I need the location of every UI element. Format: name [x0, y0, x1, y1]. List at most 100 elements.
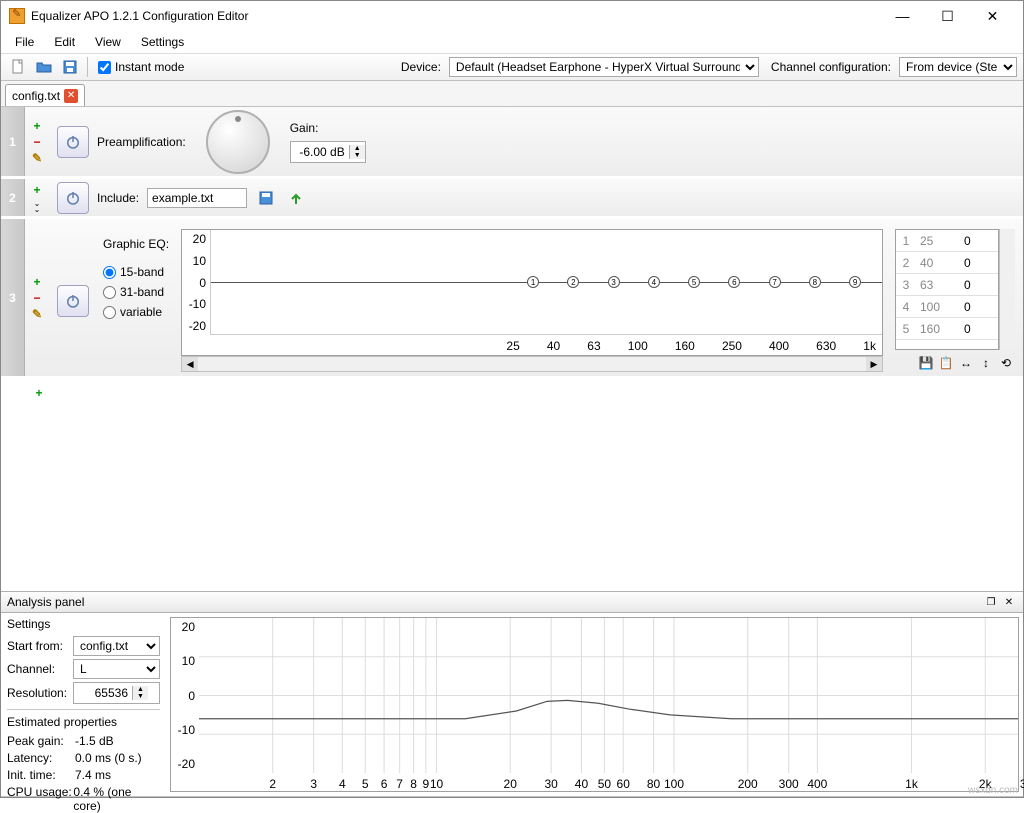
- channel-select[interactable]: L: [73, 659, 160, 679]
- latency-value: 0.0 ms (0 s.): [75, 751, 142, 765]
- table-row: 2400: [896, 252, 998, 274]
- latency-label: Latency:: [7, 751, 75, 765]
- row-remove-button[interactable]: −: [29, 291, 45, 305]
- eq-save-icon[interactable]: 💾: [917, 354, 935, 372]
- menubar: File Edit View Settings: [1, 31, 1023, 53]
- tab-label: config.txt: [12, 89, 60, 103]
- gain-up[interactable]: ▲: [350, 145, 365, 152]
- menu-settings[interactable]: Settings: [133, 33, 192, 51]
- est-props-label: Estimated properties: [7, 715, 160, 729]
- settings-label: Settings: [7, 617, 160, 631]
- eq-marker[interactable]: 3: [608, 276, 620, 288]
- power-button[interactable]: [57, 285, 89, 317]
- include-label: Include:: [97, 191, 139, 205]
- workspace: 1 + − ✎ Preamplification: Gain: ▲▼ 2 + ⌄…: [1, 107, 1023, 591]
- eq-marker[interactable]: 7: [769, 276, 781, 288]
- eq-marker[interactable]: 9: [849, 276, 861, 288]
- eq-invert-icon[interactable]: ↔: [957, 354, 975, 372]
- analysis-panel-header: Analysis panel ❐ ✕: [1, 591, 1023, 613]
- minimize-button[interactable]: —: [880, 2, 925, 30]
- analysis-graph[interactable]: 20100-10-20 2345678910203040506080100200…: [170, 617, 1019, 792]
- titlebar: Equalizer APO 1.2.1 Configuration Editor…: [1, 1, 1023, 31]
- analysis-close-button[interactable]: ✕: [1001, 594, 1017, 610]
- eq-marker[interactable]: 5: [688, 276, 700, 288]
- app-icon: [9, 8, 25, 24]
- tabbar: config.txt ✕: [1, 81, 1023, 107]
- graphic-eq-label: Graphic EQ:: [103, 237, 169, 251]
- row-add-button[interactable]: +: [29, 183, 45, 197]
- eq-marker[interactable]: 1: [527, 276, 539, 288]
- channel-label: Channel:: [7, 662, 69, 676]
- tab-config[interactable]: config.txt ✕: [5, 84, 85, 106]
- row-edit-button[interactable]: ✎: [29, 151, 45, 165]
- row-add-button[interactable]: +: [29, 119, 45, 133]
- gain-spinner[interactable]: ▲▼: [290, 141, 366, 163]
- device-select[interactable]: Default (Headset Earphone - HyperX Virtu…: [449, 57, 759, 77]
- channel-cfg-select[interactable]: From device (Stereo): [899, 57, 1017, 77]
- start-from-select[interactable]: config.txt: [73, 636, 160, 656]
- open-include-button[interactable]: [255, 187, 277, 209]
- cpu-usage-value: 0.4 % (one core): [73, 785, 160, 813]
- eq-reset-icon[interactable]: ⟲: [997, 354, 1015, 372]
- eq-normalize-icon[interactable]: ↕: [977, 354, 995, 372]
- instant-mode-input[interactable]: [98, 61, 111, 74]
- init-time-label: Init. time:: [7, 768, 75, 782]
- start-from-label: Start from:: [7, 639, 69, 653]
- eq-table-scrollbar[interactable]: [999, 229, 1015, 350]
- include-file-input[interactable]: [147, 188, 247, 208]
- peak-gain-label: Peak gain:: [7, 734, 75, 748]
- eq-graph[interactable]: 20100-10-20 1 2 3 4 5 6 7 8 9: [181, 229, 883, 356]
- band-31-radio[interactable]: 31-band: [103, 285, 169, 299]
- resolution-spinner[interactable]: ▲▼: [73, 682, 160, 704]
- save-file-button[interactable]: [59, 56, 81, 78]
- power-button[interactable]: [57, 182, 89, 214]
- analysis-title: Analysis panel: [7, 595, 981, 609]
- instant-mode-checkbox[interactable]: Instant mode: [98, 60, 184, 74]
- gain-input[interactable]: [291, 145, 349, 159]
- band-variable-radio[interactable]: variable: [103, 305, 169, 319]
- tab-close-button[interactable]: ✕: [64, 89, 78, 103]
- open-file-button[interactable]: [33, 56, 55, 78]
- eq-marker[interactable]: 8: [809, 276, 821, 288]
- analysis-x-axis: 23456789102030405060801002003004001k2k3k…: [199, 775, 1018, 791]
- eq-marker[interactable]: 4: [648, 276, 660, 288]
- reload-include-button[interactable]: [285, 187, 307, 209]
- row-remove-button[interactable]: −: [29, 135, 45, 149]
- table-row: 1250: [896, 230, 998, 252]
- menu-file[interactable]: File: [7, 33, 42, 51]
- device-label: Device:: [401, 60, 441, 74]
- table-row: 41000: [896, 296, 998, 318]
- table-row: 3630: [896, 274, 998, 296]
- eq-copy-icon[interactable]: 📋: [937, 354, 955, 372]
- analysis-undock-button[interactable]: ❐: [983, 594, 999, 610]
- add-filter-button[interactable]: +: [31, 385, 47, 401]
- eq-freq-table[interactable]: 1250 2400 3630 41000 51600: [895, 229, 999, 350]
- init-time-value: 7.4 ms: [75, 768, 111, 782]
- add-filter-row: +: [1, 379, 1023, 407]
- resolution-label: Resolution:: [7, 686, 69, 700]
- close-button[interactable]: ✕: [970, 2, 1015, 30]
- row-number: 3: [1, 219, 25, 376]
- eq-marker[interactable]: 2: [567, 276, 579, 288]
- scroll-right[interactable]: ▶: [866, 357, 882, 371]
- watermark: wsxdn.com: [968, 785, 1018, 796]
- eq-y-axis: 20100-10-20: [182, 230, 210, 335]
- preamp-label: Preamplification:: [97, 135, 186, 149]
- band-15-radio[interactable]: 15-band: [103, 265, 169, 279]
- row-edit-button[interactable]: ✎: [29, 307, 45, 321]
- row-number: 1: [1, 107, 25, 176]
- maximize-button[interactable]: ☐: [925, 2, 970, 30]
- power-button[interactable]: [57, 126, 89, 158]
- eq-h-scrollbar[interactable]: ◀ ▶: [181, 356, 883, 372]
- new-file-button[interactable]: [7, 56, 29, 78]
- menu-view[interactable]: View: [87, 33, 129, 51]
- scroll-left[interactable]: ◀: [182, 357, 198, 371]
- resolution-input[interactable]: [74, 686, 132, 700]
- eq-marker[interactable]: 6: [728, 276, 740, 288]
- row-add-button[interactable]: +: [29, 275, 45, 289]
- menu-edit[interactable]: Edit: [46, 33, 83, 51]
- expand-icon[interactable]: ⌄⌄: [34, 201, 41, 213]
- gain-down[interactable]: ▼: [350, 152, 365, 159]
- row-include: 2 + ⌄⌄ Include:: [1, 179, 1023, 219]
- gain-knob[interactable]: [206, 110, 270, 174]
